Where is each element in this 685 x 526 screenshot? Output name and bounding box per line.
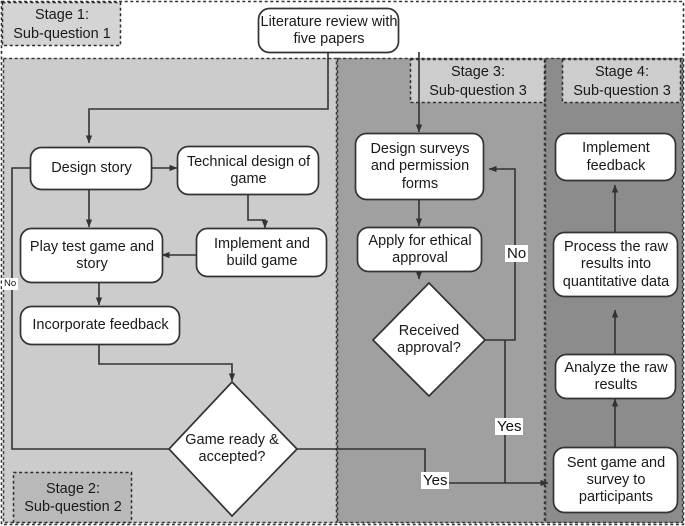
node-apply-ethical[interactable] bbox=[356, 226, 483, 273]
node-literature-review[interactable] bbox=[257, 7, 400, 54]
stage-label-1: Stage 1: Sub-question 1 bbox=[13, 7, 111, 42]
node-analyze-raw[interactable] bbox=[554, 353, 677, 400]
node-design-story[interactable] bbox=[29, 146, 153, 191]
node-implement-feedback[interactable] bbox=[554, 132, 677, 182]
node-sent-game[interactable] bbox=[552, 446, 679, 514]
edge-label-game-ready-no: No bbox=[2, 278, 19, 290]
flowchart-canvas: Stage 1: Sub-question 1 Stage 2: Sub-que… bbox=[0, 0, 685, 526]
edge-label-received-approval-no: No bbox=[505, 245, 529, 262]
stage-label-2: Stage 2: Sub-question 2 bbox=[24, 480, 122, 515]
node-implement-build[interactable] bbox=[195, 227, 328, 278]
stage-label-4: Stage 4: Sub-question 3 bbox=[573, 64, 671, 99]
edge-label-game-ready-yes: Yes bbox=[421, 472, 450, 489]
stage-label-3: Stage 3: Sub-question 3 bbox=[429, 64, 527, 99]
panel-stage-3 bbox=[337, 58, 545, 523]
node-design-surveys[interactable] bbox=[354, 132, 485, 201]
node-incorporate-feedback[interactable] bbox=[19, 305, 181, 346]
node-technical-design[interactable] bbox=[176, 145, 320, 196]
edge-label-received-approval-yes: Yes bbox=[495, 418, 524, 435]
node-play-test[interactable] bbox=[19, 227, 164, 284]
node-process-raw[interactable] bbox=[552, 231, 679, 298]
